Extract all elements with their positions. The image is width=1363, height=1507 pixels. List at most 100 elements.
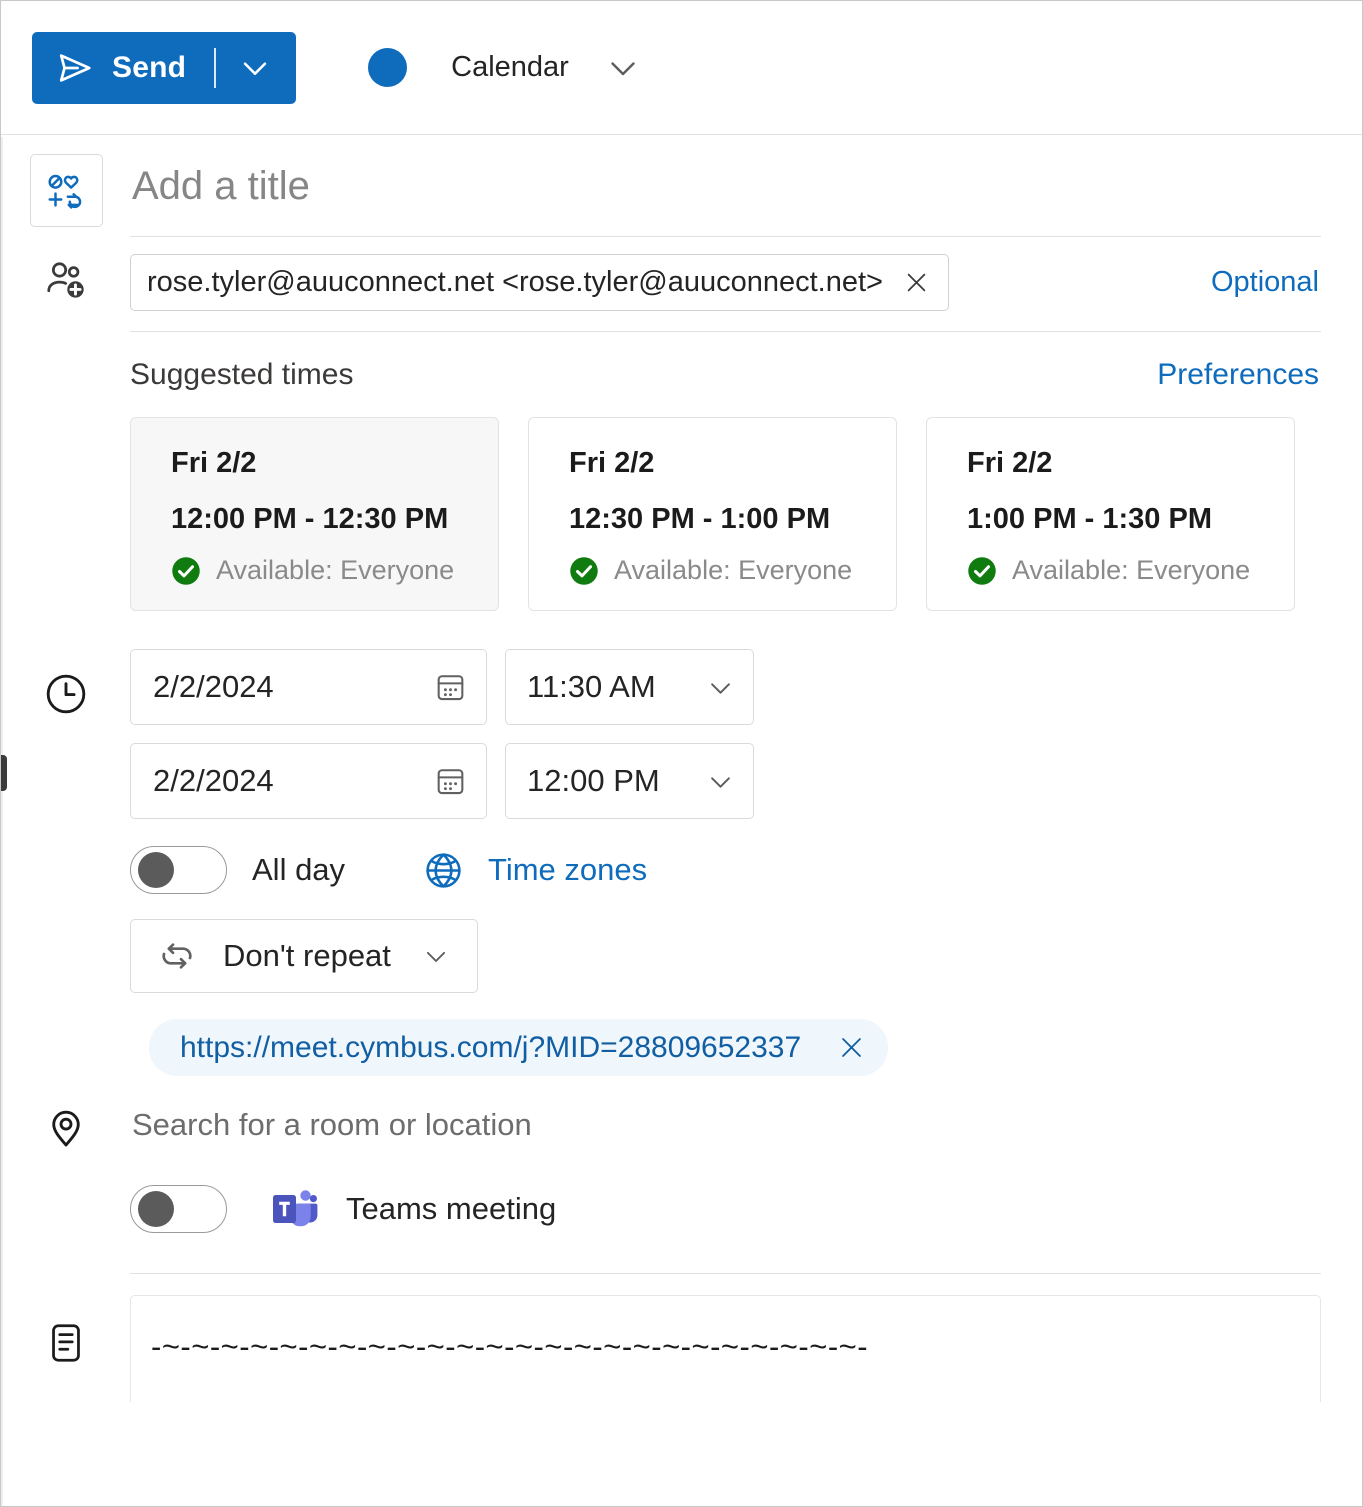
teams-meeting-toggle-knob (138, 1191, 174, 1227)
title-input[interactable] (130, 154, 1321, 236)
title-field (130, 154, 1362, 236)
start-datetime-row: 2/2/2024 11:30 AM (130, 649, 1321, 725)
end-date-value: 2/2/2024 (153, 763, 274, 798)
preferences-link[interactable]: Preferences (1157, 358, 1321, 392)
location-row: https://meet.cymbus.com/j?MID=2880965233… (1, 1019, 1362, 1233)
card-day-label: Fri 2/2 (569, 447, 655, 479)
suggested-time-card[interactable]: Fri 2/2 1:00 PM - 1:30 PM Available: Eve… (926, 417, 1295, 611)
add-people-icon (43, 257, 89, 308)
event-composer-window: Send Calendar Add a title rose.tyler@auu… (0, 0, 1363, 1507)
allday-timezone-row: All day Time zones (130, 846, 1321, 894)
card-availability-label: Available: Everyone (614, 555, 853, 585)
all-day-toggle[interactable] (130, 846, 227, 894)
teams-meeting-toggle[interactable] (130, 1185, 227, 1233)
repeat-icon (157, 936, 197, 976)
suggested-times-row: Suggested times Preferences Fri 2/2 12:0… (1, 332, 1362, 611)
send-plane-icon (56, 49, 94, 87)
attendees-field: rose.tyler@auuconnect.net <rose.tyler@au… (130, 254, 1362, 311)
calendar-color-dot (368, 48, 408, 87)
location-link-label: https://meet.cymbus.com/j?MID=2880965233… (180, 1030, 802, 1064)
card-availability: Available: Everyone (171, 555, 498, 586)
start-time-value: 11:30 AM (527, 669, 656, 704)
body-gutter (1, 1295, 130, 1370)
time-zones-link[interactable]: Time zones (423, 850, 647, 891)
calendar-picker-icon[interactable] (434, 765, 467, 798)
teams-meeting-label: Teams meeting (346, 1191, 557, 1226)
globe-icon (423, 850, 464, 891)
card-time-label: 1:00 PM - 1:30 PM (967, 503, 1212, 535)
body-row: -~-~-~-~-~-~-~-~-~-~-~-~-~-~-~-~-~-~-~-~… (1, 1295, 1362, 1402)
event-icon-picker[interactable] (29, 154, 103, 227)
check-circle-icon (967, 556, 997, 586)
attendees-gutter (1, 257, 130, 308)
datetime-fields: 2/2/2024 11:30 AM 2/2/2024 12:00 PM All … (130, 649, 1362, 993)
start-time-select[interactable]: 11:30 AM (505, 649, 754, 725)
scrollbar-thumb[interactable] (1, 755, 7, 791)
send-split-divider (214, 47, 217, 88)
chevron-down-icon[interactable] (421, 941, 451, 971)
event-form: rose.tyler@auuconnect.net <rose.tyler@au… (1, 154, 1362, 1402)
title-row (1, 154, 1362, 236)
end-time-value: 12:00 PM (527, 763, 660, 798)
calendar-selector[interactable]: Calendar (368, 48, 641, 87)
end-time-select[interactable]: 12:00 PM (505, 743, 754, 819)
start-date-value: 2/2/2024 (153, 669, 274, 704)
card-availability-label: Available: Everyone (1012, 555, 1251, 585)
suggested-time-card[interactable]: Fri 2/2 12:00 PM - 12:30 PM Available: E… (130, 417, 499, 611)
body-field: -~-~-~-~-~-~-~-~-~-~-~-~-~-~-~-~-~-~-~-~… (130, 1295, 1362, 1402)
end-date-input[interactable]: 2/2/2024 (130, 743, 487, 819)
suggested-times-section: Suggested times Preferences Fri 2/2 12:0… (130, 332, 1362, 611)
suggested-time-card[interactable]: Fri 2/2 12:30 PM - 1:00 PM Available: Ev… (528, 417, 897, 611)
attendee-chip-label: rose.tyler@auuconnect.net <rose.tyler@au… (147, 266, 883, 298)
chevron-down-icon[interactable] (705, 766, 736, 797)
title-divider (130, 236, 1321, 237)
teams-meeting-row: Teams meeting (130, 1185, 1321, 1233)
send-button[interactable]: Send (32, 31, 297, 104)
notes-icon (44, 1321, 88, 1370)
time-zones-label: Time zones (488, 852, 648, 887)
composer-toolbar: Send Calendar (1, 1, 1362, 135)
repeat-label: Don't repeat (223, 938, 391, 973)
end-datetime-row: 2/2/2024 12:00 PM (130, 743, 1321, 819)
datetime-gutter (1, 649, 130, 722)
attendees-row: rose.tyler@auuconnect.net <rose.tyler@au… (1, 254, 1362, 311)
all-day-toggle-knob (138, 852, 174, 888)
start-date-input[interactable]: 2/2/2024 (130, 649, 487, 725)
close-icon[interactable] (903, 269, 930, 296)
repeat-select[interactable]: Don't repeat (130, 919, 478, 993)
location-pin-icon (43, 1104, 89, 1155)
card-time-label: 12:00 PM - 12:30 PM (171, 503, 449, 535)
card-time-label: 12:30 PM - 1:00 PM (569, 503, 831, 535)
chevron-down-icon[interactable] (705, 672, 736, 703)
body-editor[interactable]: -~-~-~-~-~-~-~-~-~-~-~-~-~-~-~-~-~-~-~-~… (130, 1295, 1321, 1402)
card-day-label: Fri 2/2 (171, 447, 257, 479)
optional-attendees-link[interactable]: Optional (1211, 266, 1321, 299)
suggested-times-header: Suggested times Preferences (130, 358, 1321, 392)
location-fields: https://meet.cymbus.com/j?MID=2880965233… (130, 1019, 1362, 1233)
check-circle-icon (171, 556, 201, 586)
datetime-row: 2/2/2024 11:30 AM 2/2/2024 12:00 PM All … (1, 649, 1362, 993)
location-link-chip[interactable]: https://meet.cymbus.com/j?MID=2880965233… (149, 1019, 889, 1076)
close-icon[interactable] (837, 1033, 866, 1062)
calendar-name-label: Calendar (451, 51, 569, 83)
scrollbar-track[interactable] (1, 137, 3, 1506)
suggested-times-list: Fri 2/2 12:00 PM - 12:30 PM Available: E… (130, 417, 1321, 611)
attendee-chip[interactable]: rose.tyler@auuconnect.net <rose.tyler@au… (130, 254, 949, 311)
body-divider (130, 1273, 1321, 1274)
microsoft-teams-icon (271, 1185, 319, 1233)
chevron-down-icon[interactable] (605, 50, 641, 86)
all-day-label: All day (252, 852, 346, 887)
chevron-down-icon[interactable] (238, 51, 272, 85)
suggested-times-heading: Suggested times (130, 358, 354, 391)
card-availability-label: Available: Everyone (216, 555, 455, 585)
card-availability: Available: Everyone (569, 555, 896, 586)
title-gutter (1, 154, 130, 227)
calendar-picker-icon[interactable] (434, 671, 467, 704)
check-circle-icon (569, 556, 599, 586)
card-availability: Available: Everyone (967, 555, 1294, 586)
room-location-input[interactable] (130, 1107, 1321, 1143)
send-label: Send (112, 50, 187, 84)
clock-icon (43, 671, 89, 722)
body-editor-content: -~-~-~-~-~-~-~-~-~-~-~-~-~-~-~-~-~-~-~-~… (151, 1329, 869, 1364)
card-day-label: Fri 2/2 (967, 447, 1053, 479)
